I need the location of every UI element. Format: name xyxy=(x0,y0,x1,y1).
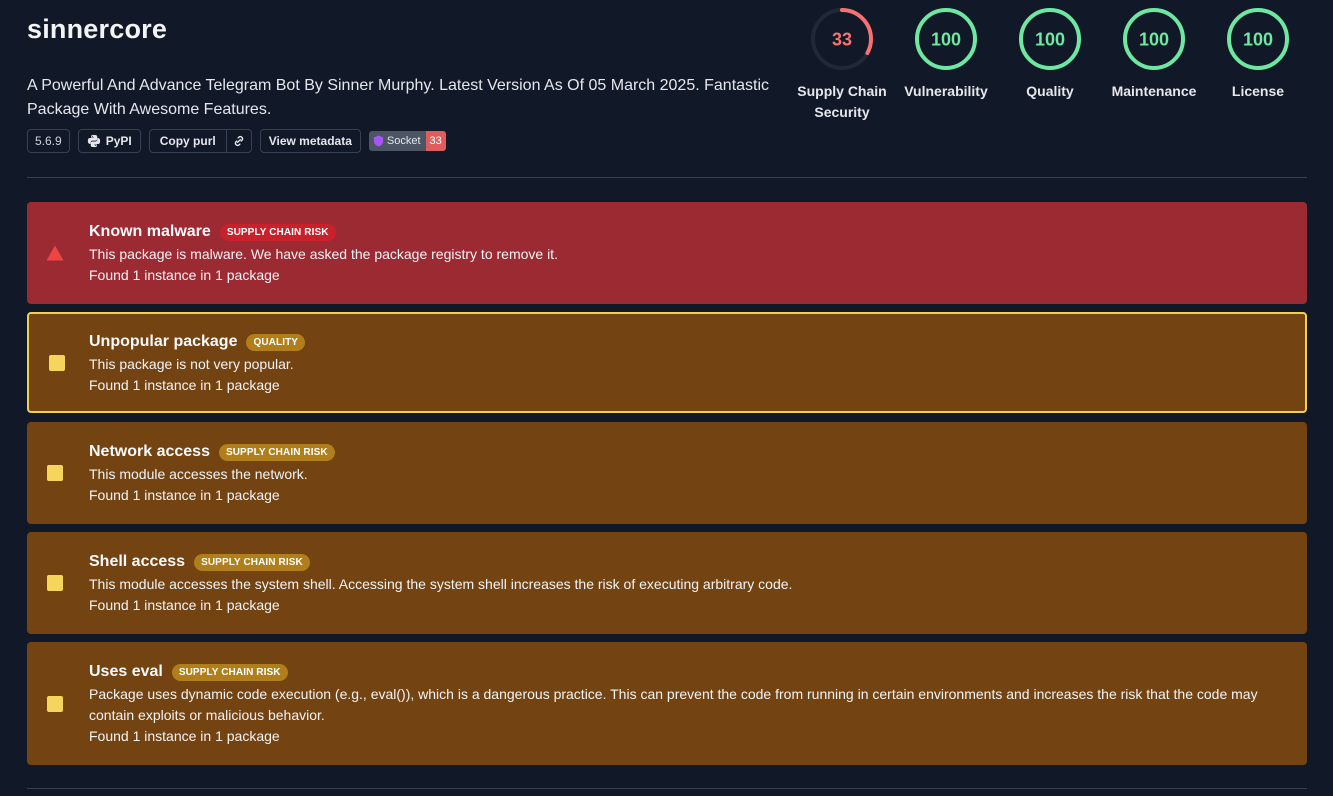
alert-title: Shell access xyxy=(89,553,186,570)
alert-description: This package is not very popular. xyxy=(89,356,294,372)
pypi-label: PyPI xyxy=(105,134,132,148)
alert-title: Unpopular package xyxy=(89,333,238,350)
package-header: sinnercore A Powerful And Advance Telegr… xyxy=(27,12,787,122)
link-icon[interactable] xyxy=(227,130,251,152)
alert-description: This module accesses the network. xyxy=(89,466,308,482)
score-ring: 100 xyxy=(1227,8,1289,70)
score-label: Supply Chain Security xyxy=(797,83,887,120)
score-gauge[interactable]: 100 License xyxy=(1206,6,1310,123)
medium-severity-icon xyxy=(48,354,66,372)
alert-description: This package is malware. We have asked t… xyxy=(89,246,558,262)
score-value: 100 xyxy=(1139,30,1169,50)
score-label: Maintenance xyxy=(1111,83,1197,99)
footer-divider xyxy=(27,788,1307,789)
score-value: 100 xyxy=(1035,30,1065,50)
score-label: Vulnerability xyxy=(904,83,988,99)
critical-severity-icon xyxy=(46,244,64,262)
socket-shield-icon xyxy=(373,135,383,147)
alert-found-count: Found 1 instance in 1 package xyxy=(89,728,280,744)
alert-title: Uses eval xyxy=(89,663,163,680)
score-ring: 100 xyxy=(915,8,977,70)
copy-purl-button[interactable]: Copy purl xyxy=(148,129,252,153)
package-name: sinnercore xyxy=(27,14,168,44)
header-divider xyxy=(27,177,1307,178)
alert-category-tag: SUPPLY CHAIN RISK xyxy=(171,663,288,681)
medium-severity-icon xyxy=(46,695,64,713)
score-label: License xyxy=(1231,83,1285,99)
alert-card[interactable]: Known malware SUPPLY CHAIN RISK This packa… xyxy=(27,202,1307,304)
socket-score: 33 xyxy=(425,131,446,151)
alert-found-count: Found 1 instance in 1 package xyxy=(89,597,280,613)
copy-purl-label: Copy purl xyxy=(150,130,227,152)
alert-card[interactable]: Unpopular package QUALITY This package is … xyxy=(27,312,1307,413)
score-gauge[interactable]: 100 Maintenance xyxy=(1102,6,1206,123)
alert-found-count: Found 1 instance in 1 package xyxy=(89,267,280,283)
pypi-link[interactable]: PyPI xyxy=(77,129,141,153)
alert-card[interactable]: Network access SUPPLY CHAIN RISK This modu… xyxy=(27,422,1307,524)
alert-category-tag: SUPPLY CHAIN RISK xyxy=(218,443,335,461)
package-meta-row: 5.6.9 PyPI Copy purl View metadata Socke… xyxy=(27,129,446,153)
alert-category-tag: SUPPLY CHAIN RISK xyxy=(194,553,310,571)
alert-found-count: Found 1 instance in 1 package xyxy=(89,487,280,503)
socket-badge[interactable]: Socket 33 xyxy=(368,131,446,151)
alert-card[interactable]: Uses eval SUPPLY CHAIN RISK Package uses d… xyxy=(27,642,1307,765)
view-metadata-button[interactable]: View metadata xyxy=(259,129,361,153)
score-ring: 33 xyxy=(811,8,873,70)
score-gauge[interactable]: 33 Supply Chain Security xyxy=(790,6,894,123)
package-description: A Powerful And Advance Telegram Bot By S… xyxy=(27,77,770,118)
alert-category-tag: SUPPLY CHAIN RISK xyxy=(219,223,336,241)
score-gauge[interactable]: 100 Quality xyxy=(998,6,1102,123)
score-ring: 100 xyxy=(1123,8,1185,70)
alert-found-count: Found 1 instance in 1 package xyxy=(89,377,280,393)
score-value: 33 xyxy=(832,30,852,50)
score-gauges: 33 Supply Chain Security 100 Vulnerability 1… xyxy=(790,6,1310,123)
alert-category-tag: QUALITY xyxy=(246,333,306,351)
alert-description: Package uses dynamic code execution (e.g… xyxy=(89,686,1258,723)
socket-label: Socket xyxy=(386,135,421,147)
medium-severity-icon xyxy=(46,464,64,482)
version-chip[interactable]: 5.6.9 xyxy=(27,129,70,153)
score-ring: 100 xyxy=(1019,8,1081,70)
score-gauge[interactable]: 100 Vulnerability xyxy=(894,6,998,123)
alert-card[interactable]: Shell access SUPPLY CHAIN RISK This module… xyxy=(27,532,1307,634)
score-label: Quality xyxy=(1026,83,1074,99)
alert-title: Known malware xyxy=(89,223,211,240)
alert-description: This module accesses the system shell. A… xyxy=(89,576,793,592)
python-icon xyxy=(87,134,100,148)
score-value: 100 xyxy=(1243,30,1273,50)
alert-title: Network access xyxy=(89,443,210,460)
medium-severity-icon xyxy=(46,574,64,592)
score-value: 100 xyxy=(931,30,961,50)
